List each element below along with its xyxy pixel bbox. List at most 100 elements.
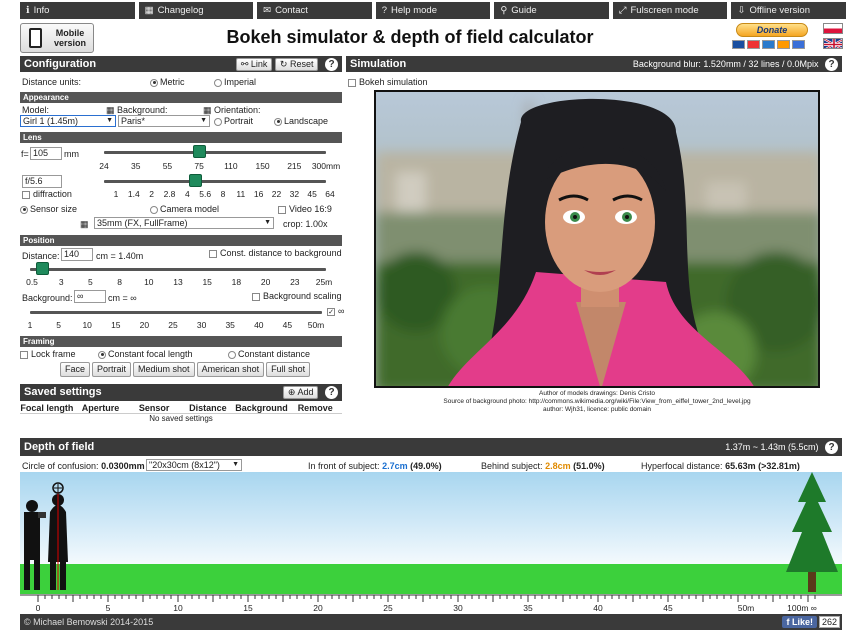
background-scaling-checkbox[interactable]: Background scaling — [252, 291, 342, 301]
frame-face-button[interactable]: Face — [60, 362, 91, 377]
aperture-tick-label: 1.4 — [127, 189, 140, 199]
distance-slider-track[interactable] — [30, 268, 326, 271]
link-button[interactable]: ⚯ Link — [235, 58, 273, 72]
nav-icon: ✉ — [263, 5, 272, 16]
focal-ticks: 24 35 55 75 110 150 215 300mm — [99, 161, 340, 172]
help-icon[interactable]: ? — [825, 441, 838, 455]
frame-portrait-button[interactable]: Portrait — [92, 362, 132, 377]
model-select[interactable]: Girl 1 (1.45m) ▼ — [20, 115, 116, 127]
background-distance-input[interactable]: ∞ — [74, 290, 106, 303]
distance-ticks: 0.5 3 5 8 10 13 15 18 20 23 25m — [26, 277, 332, 288]
focal-tick-label: 35 — [130, 161, 141, 171]
nav-item-changelog[interactable]: ▦ Changelog — [138, 2, 254, 19]
framing-header: Framing — [20, 336, 342, 347]
lock-frame-checkbox[interactable]: Lock frame — [20, 349, 76, 359]
help-icon[interactable]: ? — [825, 58, 838, 72]
bokeh-simulation-checkbox[interactable]: Bokeh simulation — [348, 77, 428, 87]
infinity-checkbox[interactable]: ✓ ∞ — [327, 306, 344, 316]
distance-slider-handle[interactable] — [35, 262, 49, 275]
aperture-tick-label: 64 — [325, 189, 335, 199]
distance-tick-label: 15 — [202, 277, 212, 287]
focal-length-input[interactable]: 105 — [30, 147, 62, 160]
video-checkbox[interactable]: Video 16:9 — [278, 204, 332, 214]
tree — [786, 472, 838, 592]
frame-american-shot-button[interactable]: American shot — [196, 362, 265, 377]
distance-input[interactable]: 140 — [61, 248, 93, 261]
focal-slider-track[interactable] — [104, 151, 326, 154]
nav-icon: ⇩ — [737, 5, 746, 16]
distance-ruler: 0 5 10 15 20 25 30 35 40 45 50m 100m ∞ — [20, 594, 842, 614]
background-tick-label: 1 — [27, 320, 33, 330]
nav-item-guide[interactable]: ⚲ Guide — [494, 2, 609, 19]
print-size-select[interactable]: "20x30cm (8x12") ▼ — [146, 459, 242, 471]
footer: © Michael Bemowski 2014-2015 f Like! 262 — [20, 614, 842, 630]
sensor-select[interactable]: 35mm (FX, FullFrame) ▼ — [94, 217, 274, 229]
nav-icon: ℹ — [26, 5, 30, 16]
distance-tick-label: 25m — [315, 277, 333, 287]
focal-tick-label: 150 — [255, 161, 270, 171]
nav-item-offline-version[interactable]: ⇩ Offline version — [731, 2, 847, 19]
background-select[interactable]: Paris* ▼ — [118, 115, 210, 127]
nav-item-info[interactable]: ℹ Info — [20, 2, 135, 19]
focal-slider-handle[interactable] — [193, 145, 207, 158]
distance-tick-label: 20 — [260, 277, 271, 287]
credit-line: Source of background photo: http://commo… — [443, 398, 751, 405]
background-tick-label: 50m — [307, 320, 325, 330]
background-tick-label: 20 — [139, 320, 150, 330]
background-tick-label: 35 — [225, 320, 235, 330]
diffraction-checkbox[interactable]: diffraction — [22, 189, 72, 199]
polish-flag-icon[interactable] — [823, 23, 843, 34]
sensor-size-radio[interactable]: Sensor size — [20, 204, 77, 214]
background-tick-label: 40 — [254, 320, 264, 330]
focal-tick-label: 55 — [162, 161, 173, 171]
saved-column-header: Background — [235, 403, 288, 413]
metric-radio[interactable]: Metric — [150, 77, 185, 87]
ruler-label: 30 — [453, 603, 463, 613]
frame-medium-shot-button[interactable]: Medium shot — [133, 362, 195, 377]
background-slider-track[interactable] — [30, 311, 322, 314]
nav-item-contact[interactable]: ✉ Contact — [257, 2, 372, 19]
imperial-radio[interactable]: Imperial — [214, 77, 256, 87]
configuration-title: Configuration — [24, 58, 97, 70]
ruler-label: 15 — [243, 603, 253, 613]
frame-full-shot-button[interactable]: Full shot — [266, 362, 311, 377]
dof-title: Depth of field — [24, 441, 95, 453]
aperture-tick-label: 32 — [289, 189, 300, 199]
saved-column-header: Distance — [189, 403, 227, 413]
donate-button[interactable]: Donate — [736, 23, 808, 37]
focal-tick-label: 300mm — [311, 161, 341, 171]
const-distance-checkbox[interactable]: Const. distance to background — [209, 248, 342, 258]
constant-distance-radio[interactable]: Constant distance — [228, 349, 310, 359]
donate-widget: Donate — [730, 23, 814, 51]
distance-tick-label: 10 — [144, 277, 154, 287]
distance-tick-label: 23 — [290, 277, 300, 287]
camera-model-radio[interactable]: Camera model — [150, 204, 219, 214]
hyperfocal-distance: Hyperfocal distance: 65.63m (>32.81m) — [641, 461, 800, 471]
add-button[interactable]: ⊕ Add — [282, 386, 319, 400]
reset-button[interactable]: ↻ Reset — [274, 58, 319, 72]
copyright: © Michael Bemowski 2014-2015 — [24, 617, 154, 627]
help-icon[interactable]: ? — [325, 386, 338, 400]
english-flag-icon[interactable] — [823, 38, 843, 49]
constant-focal-radio[interactable]: Constant focal length — [98, 349, 193, 359]
portrait-radio[interactable]: Portrait — [214, 116, 253, 126]
background-tick-label: 45 — [282, 320, 293, 330]
aperture-input[interactable]: f/5.6 — [22, 175, 62, 188]
background-tick-label: 30 — [196, 320, 207, 330]
top-nav: ℹ Info ▦ Changelog ✉ Contact? Help mode ⚲ Guide ⤢… — [0, 0, 850, 20]
like-button[interactable]: f Like! — [782, 616, 817, 628]
help-icon[interactable]: ? — [325, 58, 338, 72]
aperture-slider-handle[interactable] — [189, 174, 203, 187]
dof-scene — [20, 472, 842, 594]
background-tick-label: 5 — [56, 320, 61, 330]
saved-column-header: Remove — [297, 403, 333, 413]
behind-subject: Behind subject: 2.8cm (51.0%) — [481, 461, 605, 471]
ruler-label: 10 — [173, 603, 183, 613]
landscape-radio[interactable]: Landscape — [274, 116, 328, 126]
ruler-label: 50m — [737, 603, 755, 613]
nav-item-help-mode[interactable]: ? Help mode — [375, 2, 491, 19]
aperture-tick-label: 2.8 — [163, 189, 176, 199]
dof-header: Depth of field 1.37m ~ 1.43m (5.5cm) ? — [20, 438, 842, 456]
nav-item-fulscreen-mode[interactable]: ⤢ Fulscreen mode — [612, 2, 728, 19]
aperture-slider-track[interactable] — [104, 180, 326, 183]
